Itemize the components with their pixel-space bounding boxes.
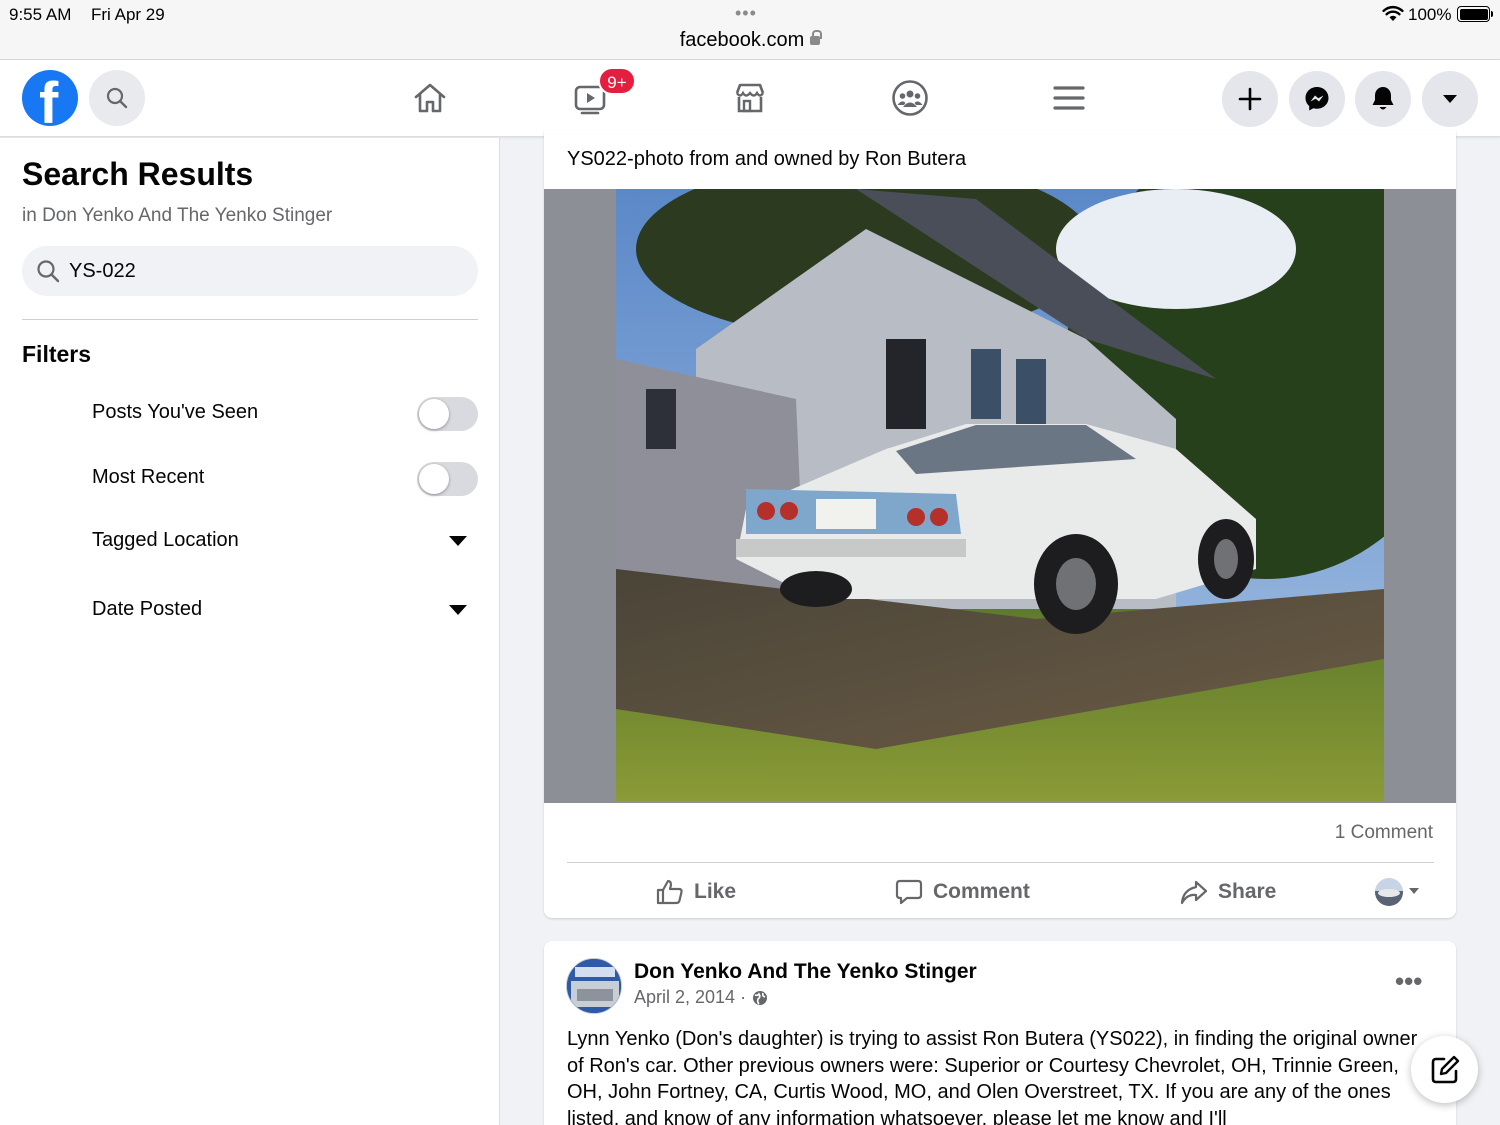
lock-icon bbox=[810, 30, 823, 45]
most-recent-toggle[interactable] bbox=[417, 462, 478, 496]
menu-tab[interactable] bbox=[1047, 76, 1091, 120]
page-name-link[interactable]: Don Yenko And The Yenko Stinger bbox=[634, 960, 977, 984]
reaction-avatar[interactable] bbox=[1375, 878, 1403, 906]
home-tab[interactable] bbox=[408, 76, 452, 120]
messenger-icon bbox=[1305, 87, 1329, 111]
facebook-logo-icon[interactable]: f bbox=[22, 70, 78, 126]
battery-percent: 100% bbox=[1408, 5, 1452, 24]
facebook-top-nav: f 9+ bbox=[0, 60, 1500, 137]
chevron-down-icon[interactable] bbox=[449, 536, 467, 546]
groups-tab[interactable] bbox=[888, 76, 932, 120]
page-title: Search Results bbox=[22, 156, 254, 192]
compose-button[interactable] bbox=[1411, 1036, 1478, 1103]
filter-tagged-location[interactable]: Tagged Location bbox=[0, 516, 500, 566]
post-card: Don Yenko And The Yenko Stinger April 2,… bbox=[544, 941, 1456, 1125]
browser-status-bar: 9:55 AM Fri Apr 29 ••• facebook.com 100% bbox=[0, 0, 1500, 60]
filter-label: Tagged Location bbox=[92, 529, 239, 551]
comments-count-link[interactable]: 1 Comment bbox=[1335, 822, 1433, 844]
filter-label: Most Recent bbox=[92, 466, 205, 488]
comment-label: Comment bbox=[933, 880, 1030, 903]
chevron-down-icon[interactable] bbox=[1409, 888, 1419, 894]
notifications-icon bbox=[1372, 87, 1394, 110]
tab-overview-dots-icon[interactable]: ••• bbox=[735, 4, 757, 22]
messenger-button[interactable] bbox=[1289, 71, 1345, 127]
car-photo[interactable] bbox=[616, 189, 1384, 801]
home-icon bbox=[414, 83, 446, 113]
filter-date-posted[interactable]: Date Posted bbox=[0, 585, 500, 635]
like-label: Like bbox=[694, 880, 737, 903]
post-photo-container[interactable] bbox=[544, 189, 1456, 803]
post-caption: YS022-photo from and owned by Ron Butera bbox=[567, 148, 967, 170]
wifi-icon bbox=[1382, 6, 1404, 21]
filter-label: Date Posted bbox=[92, 598, 203, 620]
search-icon bbox=[106, 87, 128, 109]
divider bbox=[22, 319, 478, 320]
status-date: Fri Apr 29 bbox=[91, 5, 165, 24]
search-scope-subtitle: in Don Yenko And The Yenko Stinger bbox=[22, 205, 333, 226]
like-button[interactable]: Like bbox=[656, 874, 736, 910]
post-card: YS022-photo from and owned by Ron Butera bbox=[544, 130, 1456, 918]
posts-seen-toggle[interactable] bbox=[417, 397, 478, 431]
share-icon bbox=[1180, 880, 1208, 905]
divider bbox=[567, 862, 1434, 863]
account-menu-button[interactable] bbox=[1422, 71, 1478, 127]
search-button[interactable] bbox=[89, 70, 145, 126]
url-text: facebook.com bbox=[679, 29, 805, 51]
filter-most-recent[interactable]: Most Recent bbox=[0, 453, 500, 503]
status-time: 9:55 AM bbox=[9, 5, 72, 24]
filter-label: Posts You've Seen bbox=[92, 401, 259, 423]
post-timestamp[interactable]: April 2, 2014 · bbox=[634, 987, 768, 1008]
marketplace-icon bbox=[735, 83, 765, 113]
post-body-text: Lynn Yenko (Don's daughter) is trying to… bbox=[567, 1028, 1418, 1125]
account-caret-icon bbox=[1443, 95, 1457, 103]
chevron-down-icon[interactable] bbox=[449, 605, 467, 615]
notifications-button[interactable] bbox=[1355, 71, 1411, 127]
search-results-sidebar: Search Results in Don Yenko And The Yenk… bbox=[0, 138, 500, 1125]
share-label: Share bbox=[1218, 880, 1277, 903]
like-icon bbox=[656, 879, 683, 905]
share-button[interactable]: Share bbox=[1180, 874, 1276, 910]
marketplace-tab[interactable] bbox=[728, 76, 772, 120]
compose-icon bbox=[1431, 1055, 1459, 1083]
filters-heading: Filters bbox=[22, 341, 92, 367]
filter-posts-youve-seen[interactable]: Posts You've Seen bbox=[0, 388, 500, 438]
globe-icon bbox=[753, 990, 768, 1005]
more-options-icon[interactable]: ••• bbox=[1395, 968, 1422, 994]
create-button[interactable] bbox=[1222, 71, 1278, 127]
battery-icon bbox=[1457, 6, 1493, 22]
search-icon bbox=[37, 260, 60, 283]
search-input[interactable] bbox=[69, 246, 459, 296]
watch-notification-badge: 9+ bbox=[598, 67, 636, 95]
search-field[interactable] bbox=[22, 246, 478, 296]
groups-icon bbox=[892, 80, 928, 116]
comment-button[interactable]: Comment bbox=[895, 874, 1030, 910]
comment-icon bbox=[895, 879, 923, 905]
address-bar[interactable]: facebook.com bbox=[0, 29, 1500, 52]
page-avatar[interactable] bbox=[566, 958, 622, 1014]
menu-icon bbox=[1053, 86, 1085, 110]
plus-icon bbox=[1238, 87, 1262, 111]
